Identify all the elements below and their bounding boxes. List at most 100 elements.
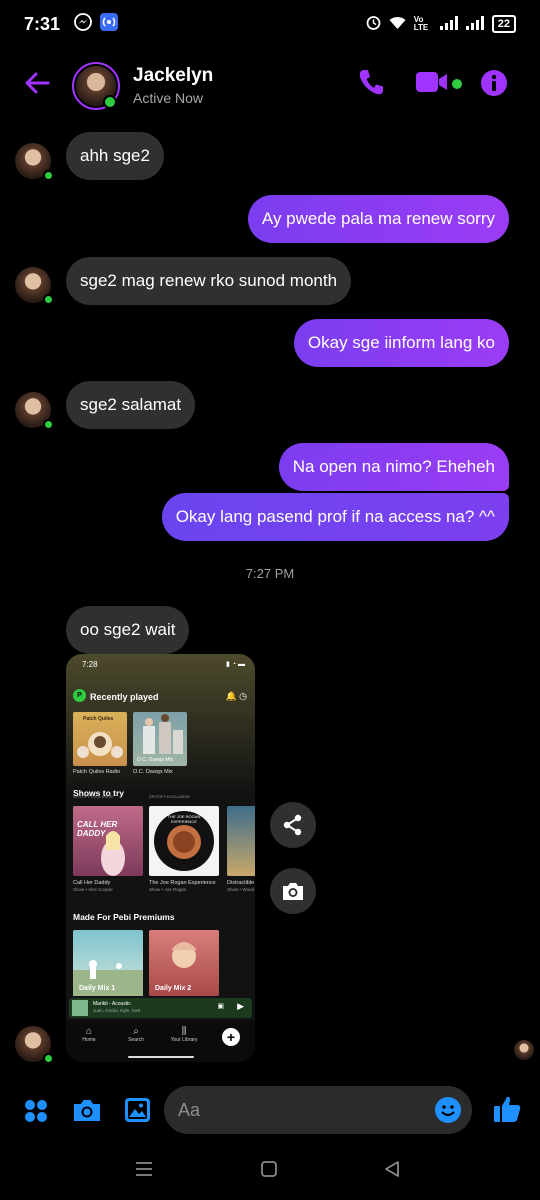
grid-dots-icon xyxy=(25,1100,47,1122)
back-triangle-icon xyxy=(385,1161,399,1177)
message-input-container xyxy=(164,1086,472,1134)
caption-jre-sub: Show • Joe Rogan xyxy=(149,887,187,892)
phone-icon xyxy=(359,70,383,95)
shot-status-icons: ▮ ◔ ▬ xyxy=(226,661,245,668)
search-icon: ⌕ xyxy=(133,1026,139,1037)
volte-label: Vo LTE xyxy=(413,15,429,32)
home-square-icon xyxy=(261,1161,277,1177)
caption-chd: Call Her Daddy xyxy=(73,880,111,886)
message-input[interactable] xyxy=(178,1086,428,1134)
menu-icon xyxy=(136,1162,152,1176)
share-icon xyxy=(283,814,302,836)
signal-icon-1 xyxy=(439,15,458,33)
message-incoming[interactable]: sge2 salamat xyxy=(66,381,196,429)
shot-time: 7:28 xyxy=(82,660,98,669)
thumbs-up-icon xyxy=(494,1096,521,1122)
profile-icon: P xyxy=(73,689,86,702)
share-button[interactable] xyxy=(270,802,316,848)
shot-recently-played: Recently played xyxy=(90,692,159,702)
contact-name[interactable]: Jackelyn xyxy=(133,65,213,87)
message-timestamp: 7:27 PM xyxy=(245,566,295,581)
podcast-art-call-her-daddy: CALL HER DADDY xyxy=(73,806,143,876)
info-button[interactable] xyxy=(481,70,507,101)
contact-status: Active Now xyxy=(133,90,204,106)
wifi-icon xyxy=(389,16,406,33)
contact-avatar[interactable] xyxy=(72,62,120,110)
caption-patch: Patch Quiles Radio xyxy=(73,769,121,775)
shared-image[interactable]: 7:28 ▮ ◔ ▬ P Recently played 🔔 ◷ Patch Q… xyxy=(66,654,255,1062)
voice-call-button[interactable] xyxy=(358,68,384,101)
tile-label-oc: O.C. Dawgs Mix xyxy=(137,757,174,763)
mix-art-2: Daily Mix 2 xyxy=(149,930,219,996)
shot-home-indicator xyxy=(128,1056,194,1058)
sender-avatar[interactable] xyxy=(15,1026,54,1064)
back-button[interactable] xyxy=(22,68,52,98)
message-outgoing[interactable]: Na open na nimo? Eheheh xyxy=(278,443,509,491)
device-icon: ▣ xyxy=(217,1003,224,1010)
art-text-jre: THE JOE ROGAN EXPERIENCE xyxy=(167,814,201,824)
back-arrow-icon xyxy=(25,72,50,94)
save-camera-button[interactable] xyxy=(270,868,316,914)
menu-button[interactable] xyxy=(135,1160,153,1183)
camera-icon xyxy=(74,1100,100,1121)
shot-made-for: Made For Pebi Premiums xyxy=(73,912,175,922)
emoji-icon xyxy=(435,1097,461,1123)
library-icon: ⫼ xyxy=(181,1026,187,1037)
message-composer xyxy=(0,1086,540,1134)
signal-icon-2 xyxy=(465,15,484,33)
back-nav-button[interactable] xyxy=(383,1160,401,1183)
status-time: 7:31 xyxy=(24,13,61,34)
online-indicator xyxy=(43,170,54,181)
read-receipt-avatar xyxy=(514,1040,534,1060)
podcast-art-distractible xyxy=(227,806,255,876)
sender-avatar[interactable] xyxy=(15,267,54,305)
video-call-button[interactable] xyxy=(416,70,450,99)
chat-header: Jackelyn Active Now xyxy=(0,56,540,116)
caption-distractible: Distractible xyxy=(227,880,255,886)
sender-avatar[interactable] xyxy=(15,392,54,430)
emoji-button[interactable] xyxy=(434,1096,462,1129)
add-icon: + xyxy=(222,1028,240,1046)
now-playing-title: Marikit - Acoustic xyxy=(93,1001,131,1007)
hotspot-icon xyxy=(100,12,119,36)
image-icon xyxy=(125,1098,150,1122)
message-incoming[interactable]: oo sge2 wait xyxy=(66,606,190,654)
mix-art-1: Daily Mix 1 xyxy=(73,930,143,996)
like-button[interactable] xyxy=(492,1094,522,1129)
shot-nav-library: ⫼ Your Library xyxy=(170,1026,198,1043)
system-navigation xyxy=(0,1150,540,1194)
shot-nav-home: ⌂ Home xyxy=(74,1026,104,1043)
now-playing-artist: Juan, Cecile, Kyle, GaS xyxy=(93,1008,141,1013)
sender-avatar[interactable] xyxy=(15,143,54,181)
shot-nav-search: ⌕ Search xyxy=(121,1026,151,1043)
camera-icon xyxy=(283,883,303,900)
messenger-icon xyxy=(74,12,92,36)
now-playing-bar: Marikit - Acoustic Juan, Cecile, Kyle, G… xyxy=(69,998,252,1018)
battery-indicator: 22 xyxy=(491,15,516,33)
more-actions-button[interactable] xyxy=(24,1099,48,1128)
album-art-patch-quiles: Patch Quiles xyxy=(73,712,127,766)
home-icon: ⌂ xyxy=(85,1026,93,1037)
alarm-icon xyxy=(366,15,381,33)
video-camera-icon xyxy=(416,72,447,92)
caption-distractible-sub: Show • Wood xyxy=(227,887,255,892)
gallery-button[interactable] xyxy=(124,1097,151,1128)
bell-clock-icons: 🔔 ◷ xyxy=(225,691,247,701)
online-indicator xyxy=(43,1053,54,1064)
exclusive-badge-2: SPOTIFY EXCLUSIVE xyxy=(149,794,190,799)
online-indicator xyxy=(103,95,117,109)
exclusive-badge-1: SPOTIFY EXCLUSIVE xyxy=(73,794,114,799)
podcast-art-joe-rogan: THE JOE ROGAN EXPERIENCE xyxy=(149,806,219,876)
mix1-label: Daily Mix 1 xyxy=(79,985,116,992)
caption-oc: O.C. Dawgs Mix xyxy=(133,769,173,775)
message-outgoing[interactable]: Ay pwede pala ma renew sorry xyxy=(247,195,509,243)
message-outgoing[interactable]: Okay lang pasend prof if na access na? ^… xyxy=(161,493,509,541)
mix2-label: Daily Mix 2 xyxy=(155,985,192,992)
message-outgoing[interactable]: Okay sge iinform lang ko xyxy=(293,319,509,367)
online-indicator xyxy=(43,419,54,430)
info-icon xyxy=(481,70,507,96)
message-incoming[interactable]: ahh sge2 xyxy=(66,132,164,180)
camera-button[interactable] xyxy=(72,1097,102,1128)
home-button[interactable] xyxy=(260,1160,278,1183)
message-incoming[interactable]: sge2 mag renew rko sunod month xyxy=(66,257,352,305)
